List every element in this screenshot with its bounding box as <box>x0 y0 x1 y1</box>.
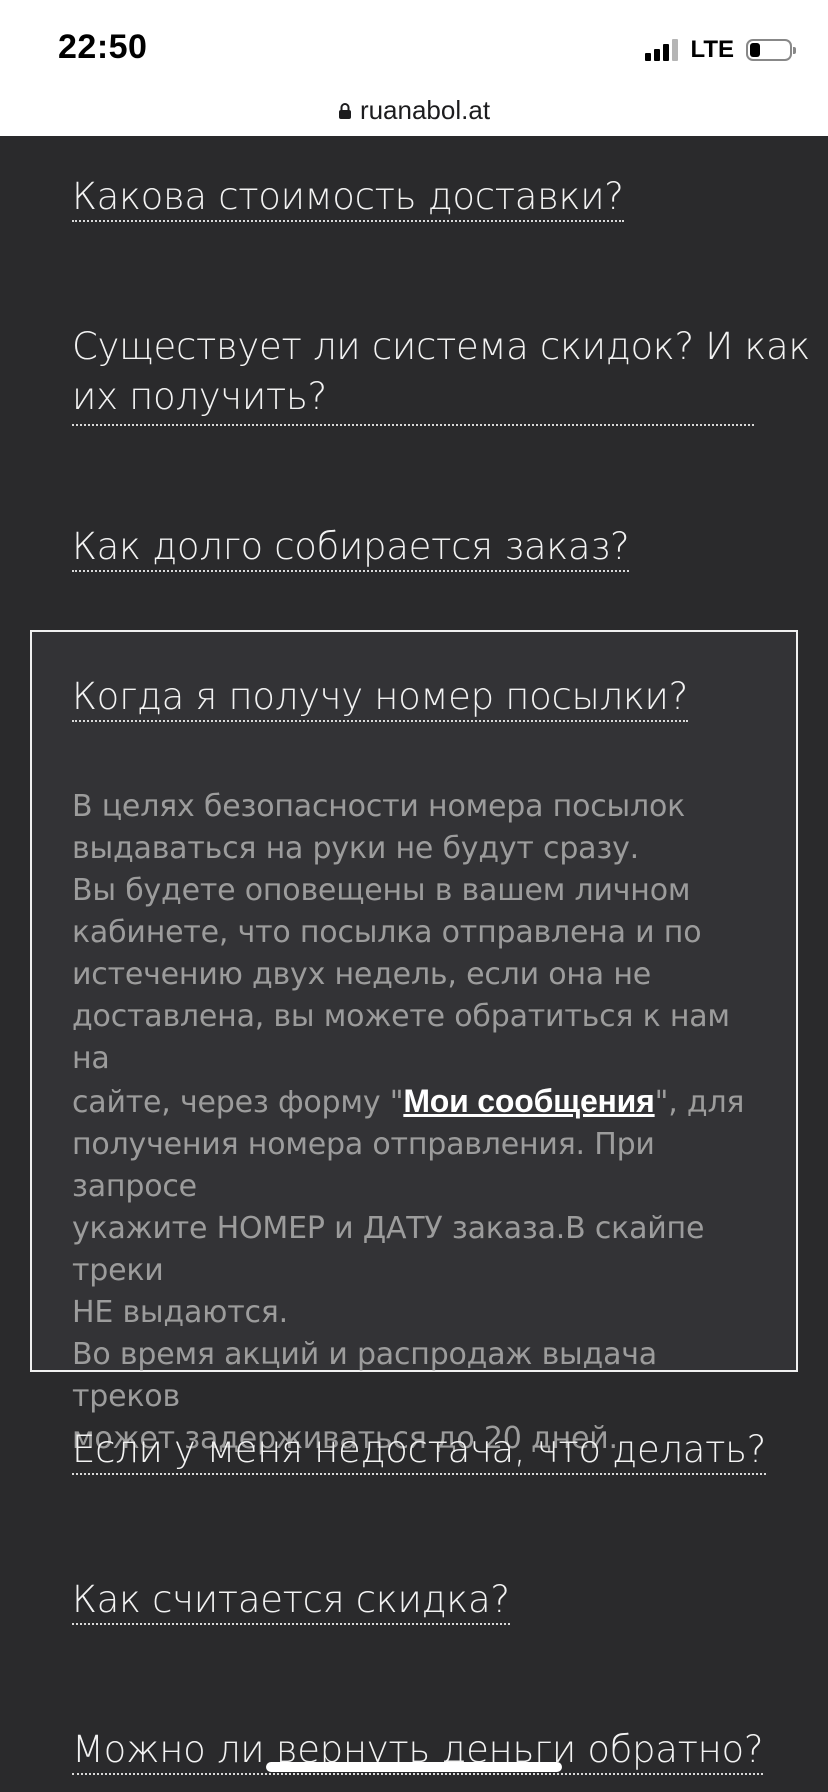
answer-paragraph: Вы будете оповещены в вашем личном кабин… <box>72 870 762 1334</box>
answer-line: В целях безопасности номера посылок <box>72 789 686 824</box>
answer-line: Вы будете оповещены в вашем личном <box>72 873 691 908</box>
battery-icon <box>746 39 796 61</box>
answer-line: кабинете, что посылка отправлена и по <box>72 915 702 950</box>
lock-icon <box>338 103 351 119</box>
faq-question-shortage[interactable]: Если у меня недостача, что делать? <box>72 1425 766 1475</box>
answer-line: ", для <box>654 1085 745 1120</box>
faq-answer-tracking-number: В целях безопасности номера посылок выда… <box>72 786 762 1460</box>
faq-question-text: их получить? <box>72 372 754 426</box>
answer-line: выдаваться на руки не будут сразу. <box>72 831 640 866</box>
faq-question-text: Существует ли система скидок? И как <box>72 325 811 368</box>
answer-paragraph: В целях безопасности номера посылок выда… <box>72 786 762 870</box>
network-type-label: LTE <box>690 36 734 63</box>
url-text: ruanabol.at <box>359 95 491 125</box>
answer-line: НЕ выдаются. <box>72 1295 288 1330</box>
home-indicator[interactable] <box>266 1762 562 1772</box>
answer-line: получения номера отправления. При запрос… <box>72 1127 655 1204</box>
faq-question-discount-system[interactable]: Существует ли система скидок? И как их п… <box>72 322 810 426</box>
faq-question-text: Какова стоимость доставки? <box>72 175 624 222</box>
faq-question-order-assembly[interactable]: Как долго собирается заказ? <box>72 522 630 572</box>
faq-question-discount-calculation[interactable]: Как считается скидка? <box>72 1575 510 1625</box>
answer-line: укажите НОМЕР и ДАТУ заказа.В скайпе тре… <box>72 1211 705 1288</box>
status-indicators: LTE <box>645 36 796 64</box>
address-bar[interactable]: ruanabol.at <box>0 96 828 136</box>
answer-line: истечению двух недель, если она не <box>72 957 651 992</box>
signal-icon <box>645 39 679 61</box>
faq-question-text: Как считается скидка? <box>72 1578 510 1625</box>
faq-question-text: Когда я получу номер посылки? <box>72 675 688 722</box>
answer-line: Во время акций и распродаж выдача треков <box>72 1337 657 1414</box>
status-time: 22:50 <box>58 28 148 66</box>
faq-question-text: Если у меня недостача, что делать? <box>72 1428 766 1475</box>
answer-line: доставлена, вы можете обратиться к нам н… <box>72 999 730 1076</box>
faq-question-delivery-cost[interactable]: Какова стоимость доставки? <box>72 172 624 222</box>
faq-question-tracking-number[interactable]: Когда я получу номер посылки? <box>72 672 688 722</box>
status-bar: 22:50 LTE <box>0 0 828 96</box>
answer-line: сайте, через форму " <box>72 1085 404 1120</box>
my-messages-link[interactable]: Мои сообщения <box>403 1083 654 1119</box>
faq-question-text: Как долго собирается заказ? <box>72 525 630 572</box>
faq-question-text-line: их получить? <box>72 375 327 418</box>
